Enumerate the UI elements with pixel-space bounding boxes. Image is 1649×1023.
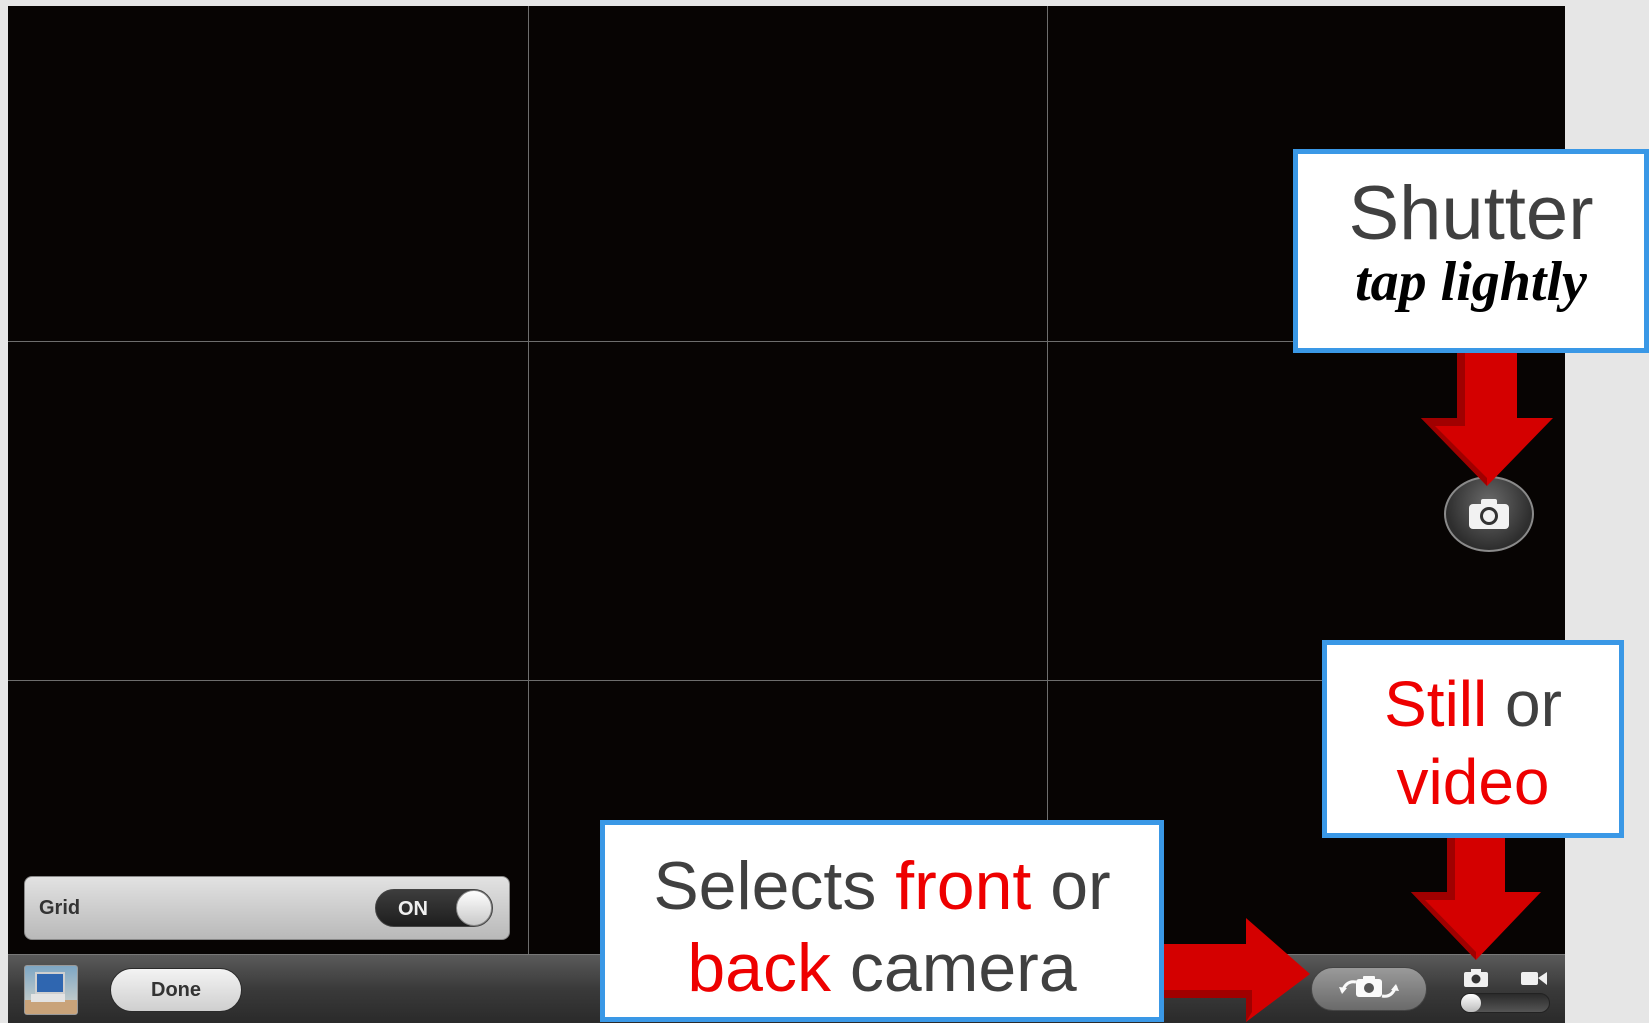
arrow-down-to-shutter <box>1421 352 1553 486</box>
camera-callout-front: front <box>895 848 1032 924</box>
thumbnail-monitor <box>35 972 65 994</box>
camera-callout-line-1: Selects front or <box>605 845 1159 927</box>
thumbnail-desk <box>25 1000 77 1014</box>
video-icon <box>1521 972 1547 985</box>
switch-camera-icon <box>1339 976 1399 998</box>
grid-settings-panel: Grid ON <box>24 876 510 940</box>
grid-toggle-text: ON <box>398 898 428 920</box>
photo-video-switch[interactable] <box>1460 993 1550 1013</box>
thumbnail-keyboard <box>31 994 65 1002</box>
grid-label: Grid <box>39 897 81 919</box>
mode-video-indicator <box>1520 968 1548 993</box>
camera-icon <box>1469 499 1509 529</box>
shutter-button[interactable] <box>1444 476 1534 552</box>
arrow-right-to-switch-camera <box>1162 918 1310 1022</box>
camera-callout-or: or <box>1031 848 1111 924</box>
toggle-knob <box>456 890 492 926</box>
switch-knob <box>1461 994 1481 1012</box>
camera-callout-camera: camera <box>831 930 1077 1006</box>
grid-line <box>528 6 529 1022</box>
photo-thumbnail[interactable] <box>24 965 78 1015</box>
camera-callout-line-2: back camera <box>605 927 1159 1009</box>
mode-callout-or: or <box>1487 668 1562 740</box>
mode-callout-video: video <box>1396 746 1550 818</box>
done-button[interactable]: Done <box>110 968 242 1012</box>
mode-callout-line-1: Still or <box>1327 665 1619 743</box>
camera-callout: Selects front or back camera <box>600 820 1164 1022</box>
arrow-down-to-mode-switch <box>1411 836 1541 960</box>
switch-camera-button[interactable] <box>1311 967 1427 1011</box>
mode-callout: Still or video <box>1322 640 1624 838</box>
shutter-callout: Shutter tap lightly <box>1293 149 1649 353</box>
mode-photo-indicator <box>1463 968 1489 993</box>
camera-callout-back: back <box>687 930 831 1006</box>
camera-icon <box>1464 969 1488 987</box>
grid-toggle[interactable]: ON <box>375 889 493 927</box>
shutter-callout-subtitle: tap lightly <box>1355 251 1587 313</box>
camera-callout-selects: Selects <box>653 848 896 924</box>
shutter-callout-title: Shutter <box>1348 171 1594 256</box>
mode-callout-still: Still <box>1384 668 1488 740</box>
